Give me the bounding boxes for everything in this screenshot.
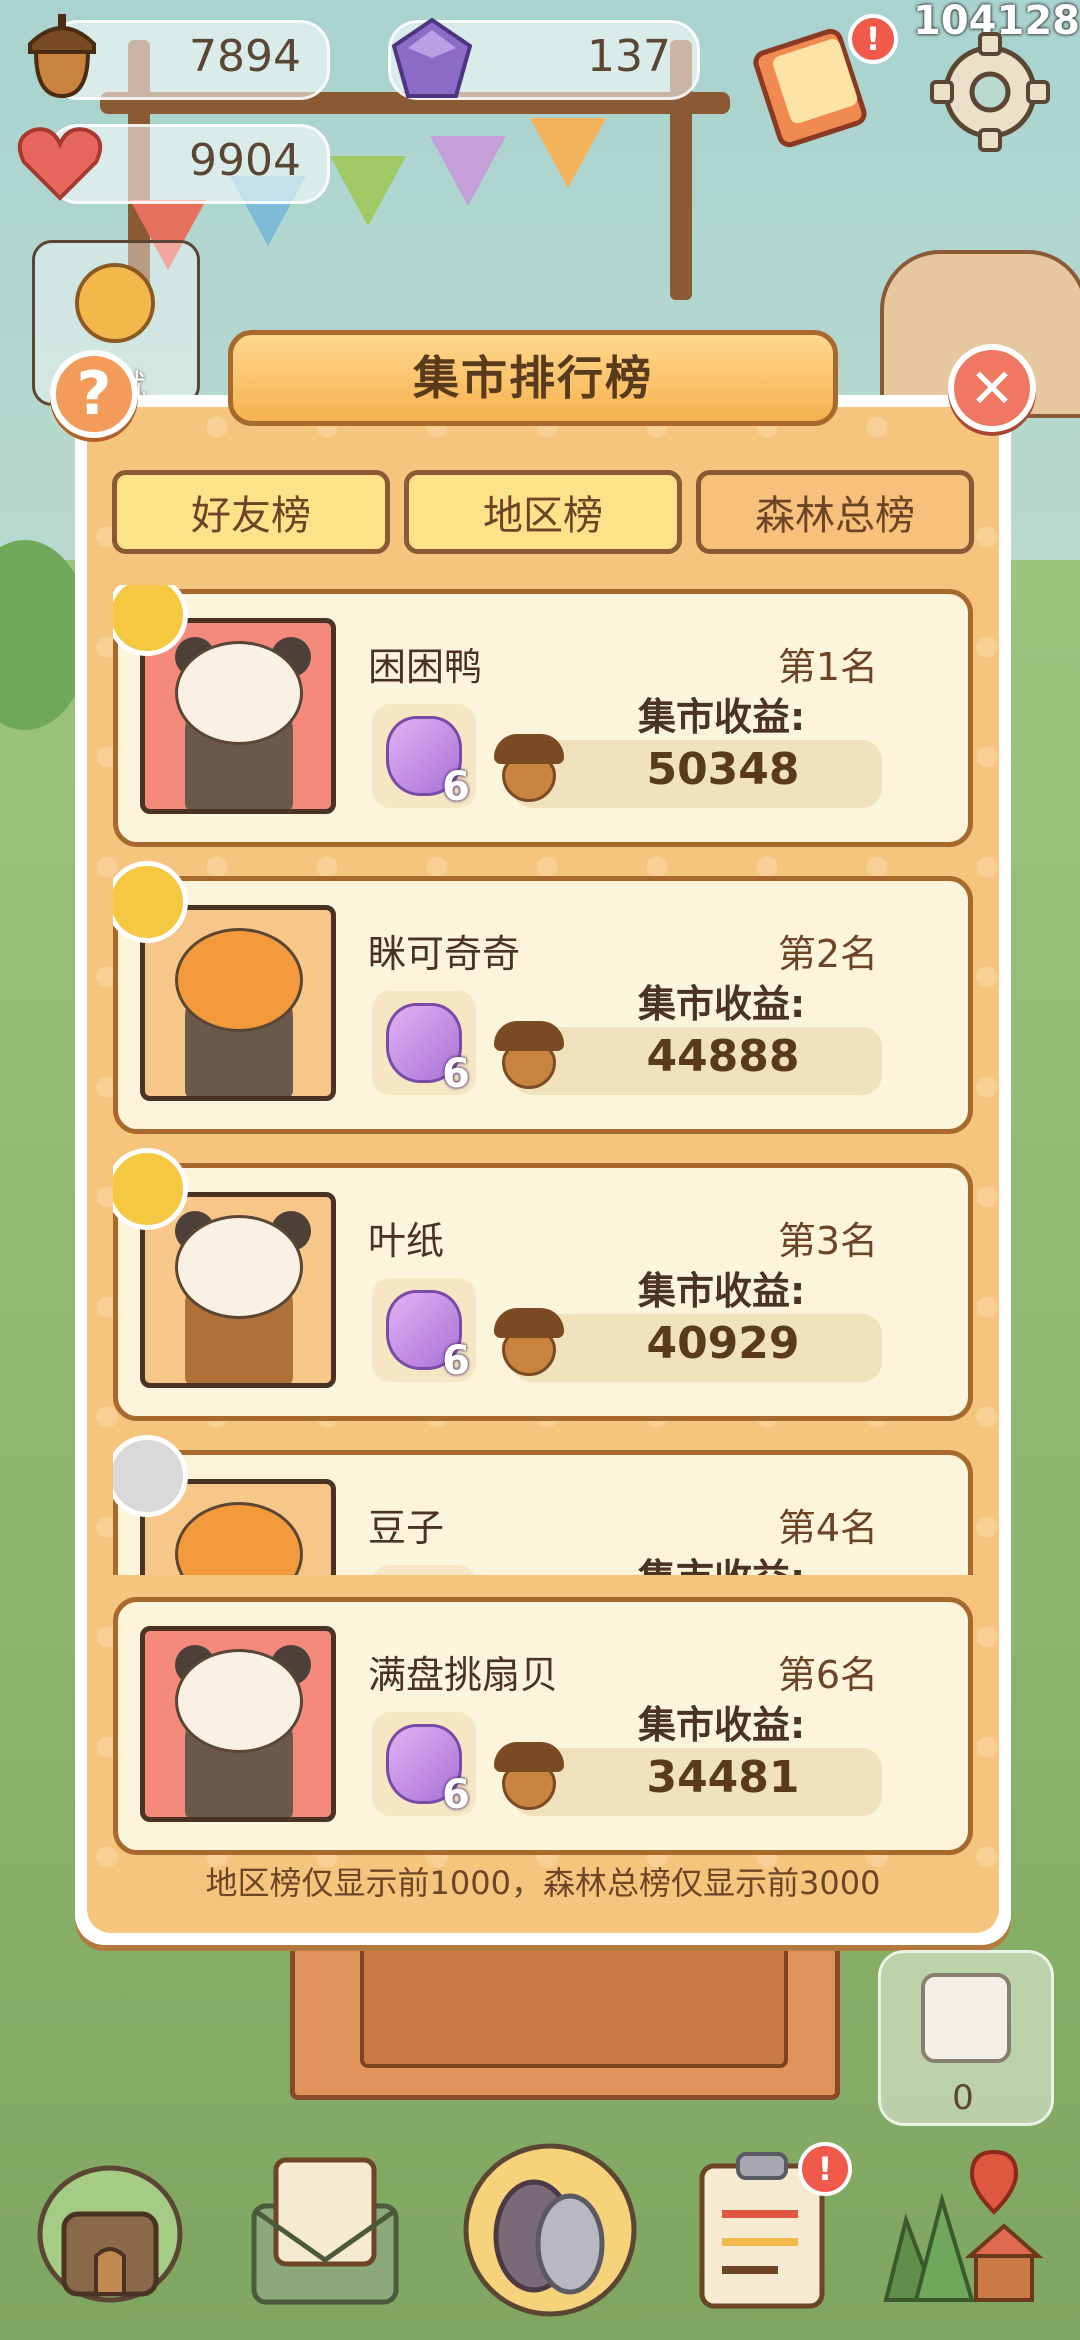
leaderboard-footer-note: 地区榜仅显示前1000，森林总榜仅显示前3000 [205, 1864, 881, 1902]
background-stall-shelf [360, 1940, 788, 2068]
player-name: 满盘挑扇贝 [368, 1653, 559, 1697]
player-avatar [140, 1626, 336, 1822]
rank-position: 第3名 [777, 1219, 878, 1263]
acorn-icon [494, 1021, 564, 1091]
income-label: 集市收益: [638, 695, 806, 739]
income-value: 50348 [646, 744, 800, 795]
gem-slot: 6 [372, 1278, 476, 1384]
tab-friends[interactable]: 好友榜 [112, 470, 390, 554]
acorn-icon [494, 1742, 564, 1812]
close-button[interactable]: ✕ [948, 344, 1036, 432]
heart-icon [14, 118, 106, 204]
mail-icon [251, 2157, 399, 2305]
title-banner: 集市排行榜 [228, 320, 838, 430]
shells-icon [463, 2143, 637, 2317]
heart-count: 9904 [189, 135, 301, 186]
gem-slot: 6 [372, 991, 476, 1097]
rank-position: 第6名 [777, 1653, 878, 1697]
income-value: 40929 [646, 1318, 800, 1369]
gift-count: 0 [952, 2078, 974, 2118]
gem-slot: 6 [372, 1565, 476, 1575]
acorn-icon [494, 734, 564, 804]
nav-mail[interactable] [240, 2150, 400, 2310]
gem-icon [386, 14, 478, 104]
acorn-icon [16, 12, 108, 102]
scroll-card-icon[interactable]: ! [752, 14, 898, 148]
income-value: 34481 [646, 1752, 800, 1803]
self-ranking-row[interactable]: 满盘挑扇贝 第6名 集市收益: 6 34481 [113, 1597, 973, 1855]
acorn-icon [494, 1308, 564, 1378]
ranking-row[interactable]: 困困鸭 第1名 集市收益: 6 50348 [113, 585, 973, 847]
ranking-row[interactable]: 豆子 第4名 集市收益: 6 [113, 1435, 973, 1575]
ranking-list[interactable]: 困困鸭 第1名 集市收益: 6 50348 眯可奇奇 第2名 集市收益: 6 4… [113, 585, 973, 1575]
gem-level: 6 [442, 764, 470, 810]
gift-icon [921, 1973, 1011, 2063]
house-icon [37, 2165, 183, 2303]
rank-position: 第2名 [777, 932, 878, 976]
gem-level: 6 [442, 1772, 470, 1818]
income-label: 集市收益: [638, 1547, 805, 1575]
nav-home[interactable] [30, 2150, 190, 2310]
player-name: 叶纸 [368, 1219, 445, 1263]
rank-position: 第4名 [777, 1506, 878, 1550]
gem-level: 6 [442, 1338, 470, 1384]
income-label: 集市收益: [638, 982, 806, 1026]
settings-gear-icon[interactable] [926, 28, 1054, 156]
rank-position: 第1名 [777, 645, 878, 689]
tasks-alert-badge: ! [798, 2142, 852, 2196]
leaderboard-title: 集市排行榜 [413, 351, 653, 405]
tab-region[interactable]: 地区榜 [404, 470, 682, 554]
player-name: 困困鸭 [368, 645, 483, 689]
acorn-count: 7894 [189, 31, 301, 82]
gem-slot: 6 [372, 704, 476, 810]
gem-count: 137 [587, 31, 671, 82]
nav-shells[interactable] [460, 2140, 640, 2320]
nav-map[interactable] [876, 2149, 1044, 2310]
ranking-row[interactable]: 眯可奇奇 第2名 集市收益: 6 44888 [113, 861, 973, 1134]
map-icon [883, 2149, 1044, 2302]
ranking-row[interactable]: 叶纸 第3名 集市收益: 6 40929 [113, 1148, 973, 1421]
achievement-medal-icon [75, 263, 155, 343]
scroll-alert-badge: ! [848, 14, 898, 64]
gem-level: 6 [442, 1051, 470, 1097]
help-button[interactable]: ? [50, 350, 138, 438]
pennant [530, 118, 606, 188]
income-label: 集市收益: [638, 1703, 806, 1747]
gem-slot: 6 [372, 1712, 476, 1818]
nav-tasks[interactable]: ! [690, 2142, 852, 2310]
tab-forest-total[interactable]: 森林总榜 [696, 470, 974, 554]
income-value: 44888 [646, 1031, 800, 1082]
pennant [430, 136, 506, 206]
income-label: 集市收益: [638, 1269, 806, 1313]
player-name: 豆子 [368, 1506, 445, 1550]
player-name: 眯可奇奇 [368, 932, 521, 976]
pennant [330, 156, 406, 226]
